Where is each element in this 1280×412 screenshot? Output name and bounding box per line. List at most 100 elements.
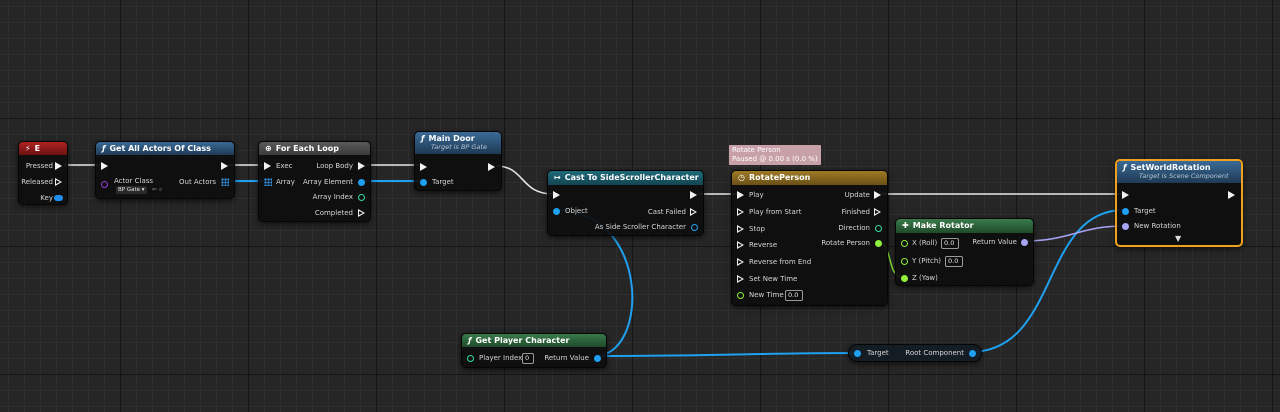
new-rotation-label: New Rotation <box>1134 222 1181 230</box>
function-icon: ƒ <box>468 336 472 345</box>
object-pin[interactable] <box>553 208 560 215</box>
exec-label: Exec <box>276 162 293 170</box>
target-label: Target <box>1134 207 1156 215</box>
reverse-from-end-exec-pin[interactable] <box>737 258 744 266</box>
target-label: Target <box>867 349 889 357</box>
out-actors-array-pin[interactable] <box>221 178 229 186</box>
root-component-getter-node[interactable]: Target Root Component <box>848 344 982 362</box>
actor-class-pin[interactable] <box>101 181 108 188</box>
loop-body-exec-pin[interactable] <box>358 162 365 170</box>
struct-icon: ✚ <box>902 221 909 230</box>
for-each-loop-node[interactable]: ⊕ For Each Loop Exec Array Loop Body Arra… <box>258 141 371 222</box>
key-e-header[interactable]: ⚡ E <box>19 142 67 155</box>
new-time-field[interactable]: 0.0 <box>785 290 803 301</box>
completed-exec-pin[interactable] <box>358 209 365 217</box>
set-new-time-exec-pin[interactable] <box>737 275 744 283</box>
new-rotation-pin[interactable] <box>1122 223 1129 230</box>
return-value-label: Return Value <box>972 238 1017 246</box>
exec-out-pin[interactable] <box>1228 191 1235 199</box>
root-component-label: Root Component <box>905 349 964 357</box>
z-yaw-pin[interactable] <box>901 275 908 282</box>
blueprint-graph[interactable]: ⚡ E Pressed Released Key ƒ Get All Actors … <box>0 0 1280 412</box>
finished-exec-pin[interactable] <box>874 208 881 216</box>
reverse-from-end-label: Reverse from End <box>749 258 812 266</box>
pressed-exec-pin[interactable] <box>55 162 62 170</box>
return-value-pin[interactable] <box>1021 239 1028 246</box>
get-all-actors-node[interactable]: ƒ Get All Actors Of Class Actor Class BP … <box>95 141 235 199</box>
direction-pin[interactable] <box>875 225 882 232</box>
exec-out-pin[interactable] <box>221 162 228 170</box>
root-component-pin[interactable] <box>969 350 976 357</box>
player-index-pin[interactable] <box>467 355 474 362</box>
update-label: Update <box>844 191 870 199</box>
reverse-exec-pin[interactable] <box>737 241 744 249</box>
main-door-node[interactable]: ƒ Main Door Target is BP Gate Target <box>414 131 502 191</box>
exec-out-pin[interactable] <box>690 191 697 199</box>
actor-class-label: Actor Class <box>114 177 154 185</box>
new-time-label: New Time <box>749 291 784 299</box>
update-exec-pin[interactable] <box>874 191 881 199</box>
get-all-actors-header[interactable]: ƒ Get All Actors Of Class <box>96 142 234 155</box>
exec-out-pin[interactable] <box>488 163 495 171</box>
play-label: Play <box>749 191 764 199</box>
get-player-character-header[interactable]: ƒ Get Player Character <box>462 334 606 347</box>
released-label: Released <box>21 178 53 186</box>
play-from-start-exec-pin[interactable] <box>737 208 744 216</box>
actor-class-dropdown[interactable]: BP Gate ▾ <box>116 186 147 194</box>
exec-in-pin[interactable] <box>420 163 427 171</box>
exec-in-pin[interactable] <box>1122 191 1129 199</box>
rotate-person-timeline-node[interactable]: ◷ RotatePerson Play Play from Start Stop … <box>731 170 888 306</box>
cast-icon: ↦ <box>554 173 561 182</box>
released-exec-pin[interactable] <box>55 178 62 186</box>
out-actors-label: Out Actors <box>179 178 216 186</box>
array-input-pin[interactable] <box>264 178 272 186</box>
keyboard-event-icon: ⚡ <box>25 144 31 153</box>
play-from-start-label: Play from Start <box>749 208 802 216</box>
as-character-pin[interactable] <box>691 224 698 231</box>
target-label: Target <box>432 178 454 186</box>
return-value-pin[interactable] <box>594 355 601 362</box>
make-rotator-header[interactable]: ✚ Make Rotator <box>896 219 1033 233</box>
target-pin[interactable] <box>1122 208 1129 215</box>
z-yaw-label: Z (Yaw) <box>912 274 938 282</box>
y-pitch-field[interactable]: 0.0 <box>945 256 963 267</box>
node-title: Get All Actors Of Class <box>109 144 211 153</box>
completed-label: Completed <box>314 209 353 217</box>
rotate-person-output-pin[interactable] <box>875 240 882 247</box>
array-index-pin[interactable] <box>358 194 365 201</box>
object-wire <box>594 352 857 357</box>
exec-wire <box>495 165 554 195</box>
player-index-field[interactable]: 0 <box>522 353 534 364</box>
finished-label: Finished <box>841 208 870 216</box>
x-roll-field[interactable]: 0.0 <box>941 238 959 249</box>
expand-arrow-icon[interactable]: ▼ <box>1175 234 1181 243</box>
main-door-header[interactable]: ƒ Main Door Target is BP Gate <box>415 132 501 154</box>
browse-icon[interactable]: ⇐ ⌕ <box>152 185 162 194</box>
cast-header[interactable]: ↦ Cast To SideScrollerCharacter <box>548 171 703 185</box>
x-roll-pin[interactable] <box>901 240 908 247</box>
target-pin[interactable] <box>854 350 861 357</box>
array-element-pin[interactable] <box>358 179 365 186</box>
set-world-rotation-header[interactable]: ƒ SetWorldRotation Target is Scene Compon… <box>1117 161 1241 183</box>
stop-exec-pin[interactable] <box>737 225 744 233</box>
key-struct-pin[interactable] <box>54 195 63 201</box>
get-player-character-node[interactable]: ƒ Get Player Character Player Index 0 Ret… <box>461 333 607 368</box>
key-e-event-node[interactable]: ⚡ E Pressed Released Key <box>18 141 68 205</box>
exec-in-pin[interactable] <box>264 162 271 170</box>
target-pin[interactable] <box>420 179 427 186</box>
for-each-header[interactable]: ⊕ For Each Loop <box>259 142 370 155</box>
exec-in-pin[interactable] <box>101 162 108 170</box>
rotate-person-header[interactable]: ◷ RotatePerson <box>732 171 887 185</box>
cast-to-character-node[interactable]: ↦ Cast To SideScrollerCharacter Object Ca… <box>547 170 704 236</box>
timeline-icon: ◷ <box>738 173 745 182</box>
make-rotator-node[interactable]: ✚ Make Rotator X (Roll) 0.0 Y (Pitch) 0.0… <box>895 218 1034 286</box>
node-title: SetWorldRotation <box>1130 163 1211 172</box>
exec-in-pin[interactable] <box>553 191 560 199</box>
cast-failed-exec-pin[interactable] <box>690 208 697 216</box>
y-pitch-pin[interactable] <box>901 258 908 265</box>
play-exec-pin[interactable] <box>737 191 744 199</box>
loop-body-label: Loop Body <box>316 162 353 170</box>
as-character-label: As Side Scroller Character <box>594 223 686 231</box>
new-time-pin[interactable] <box>737 292 744 299</box>
set-world-rotation-node[interactable]: ƒ SetWorldRotation Target is Scene Compon… <box>1115 159 1243 247</box>
